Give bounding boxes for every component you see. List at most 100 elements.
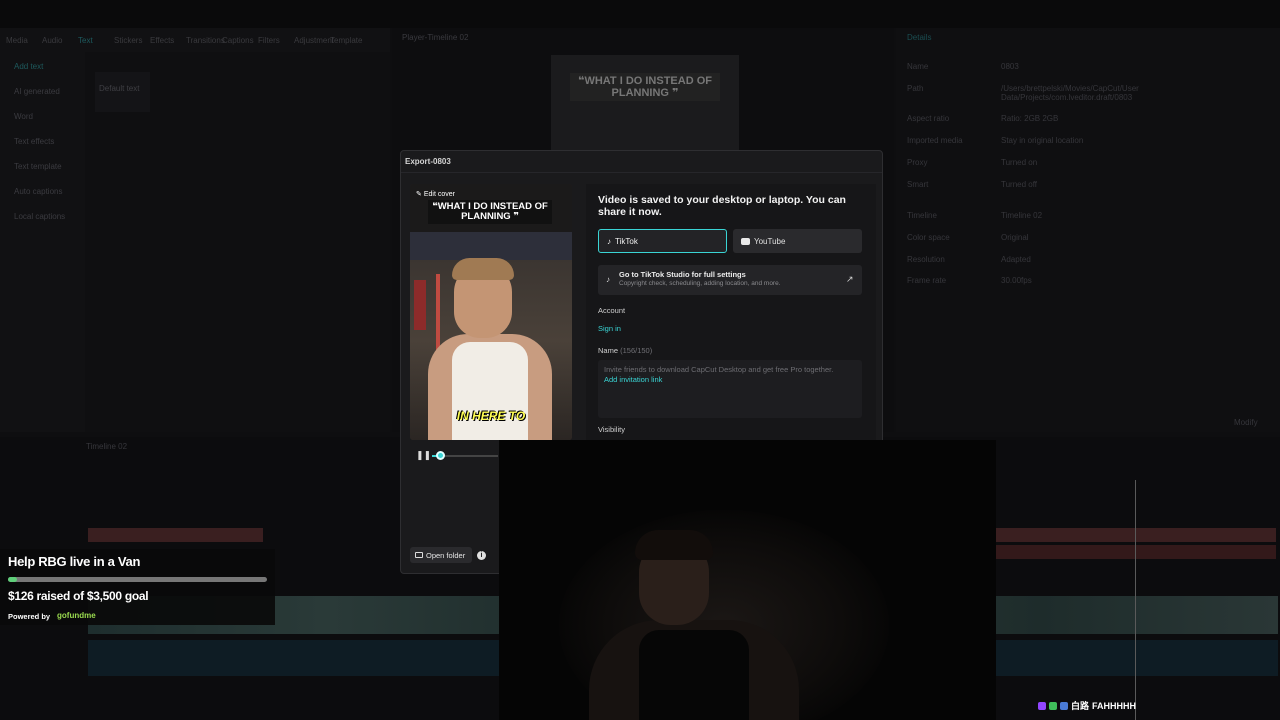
chat-message: 白路 FAHHHHH	[1038, 699, 1136, 712]
cover-subtitle: IN HERE TO	[456, 409, 526, 423]
text-clip[interactable]	[996, 528, 1276, 542]
add-invitation-link[interactable]: Add invitation link	[604, 375, 662, 384]
tiktok-icon: ♪	[607, 236, 611, 246]
external-link-icon[interactable]: ↗	[846, 274, 854, 285]
detail-value: Stay in original location	[1001, 136, 1084, 145]
cover-tank-top	[452, 342, 528, 440]
nav-item[interactable]: Text effects	[0, 131, 85, 152]
nav-item[interactable]: Auto captions	[0, 181, 85, 202]
toolbar-item-filters[interactable]: Filters	[258, 36, 290, 52]
account-label: Account	[598, 306, 626, 315]
cover-monitor	[410, 232, 572, 260]
timeline-playhead[interactable]	[1135, 480, 1136, 720]
name-label: Name (156/150)	[598, 346, 652, 355]
open-folder-button[interactable]: Open folder	[410, 547, 472, 563]
detail-value: 30.00fps	[1001, 276, 1032, 285]
gofundme-logo: gofundme	[57, 611, 96, 620]
folder-icon	[415, 552, 423, 558]
sign-in-link[interactable]: Sign in	[598, 324, 621, 333]
toolbar-item-template[interactable]: Template	[330, 36, 362, 52]
youtube-icon	[741, 237, 750, 245]
details-tab[interactable]: Details	[907, 33, 931, 42]
detail-label: Frame rate	[907, 276, 947, 285]
detail-value: /Users/brettpelski/Movies/CapCut/User Da…	[1001, 84, 1139, 102]
nav-item[interactable]: Word	[0, 106, 85, 127]
detail-label: Name	[907, 62, 929, 71]
detail-label: Imported media	[907, 136, 963, 145]
toolbar-item-transitions[interactable]: Transitions	[186, 36, 225, 52]
toolbar-item-captions[interactable]: Captions	[222, 36, 254, 52]
text-clip[interactable]	[88, 528, 263, 542]
youtube-button[interactable]: YouTube	[733, 229, 862, 253]
detail-label: Aspect ratio	[907, 114, 950, 123]
gofundme-powered-by: Powered by	[8, 612, 51, 621]
nav-item[interactable]: AI generated	[0, 81, 85, 102]
chat-username: 白路	[1071, 701, 1090, 711]
webcam-feed	[499, 440, 996, 720]
webcam-person-hair	[635, 530, 713, 560]
detail-value: Turned off	[1001, 180, 1038, 189]
playback-progress-knob[interactable]	[436, 451, 445, 460]
stream-frame: Media Audio Text Stickers Effects Transitions…	[0, 0, 1280, 720]
gofundme-progress-fill	[8, 577, 18, 582]
detail-value: Timeline 02	[1001, 211, 1043, 220]
nav-item[interactable]: Add text	[0, 56, 85, 77]
name-char-count: (156/150)	[620, 346, 653, 355]
webcam-person-shirt	[639, 630, 749, 720]
studio-title: Go to TikTok Studio for full settings	[619, 270, 746, 279]
badge-icon	[1049, 701, 1057, 710]
cover-person-hair	[452, 258, 514, 280]
detail-label: Proxy	[907, 158, 928, 167]
detail-value: Ratio: 2GB 2GB	[1001, 114, 1059, 123]
visibility-label: Visibility	[598, 425, 625, 434]
name-text: Invite friends to download CapCut Deskto…	[604, 365, 834, 374]
cover-red-object	[414, 280, 426, 330]
app-titlebar	[0, 0, 1280, 28]
detail-label: Resolution	[907, 255, 945, 264]
player-title: Player-Timeline 02	[402, 33, 469, 42]
name-label-text: Name	[598, 346, 619, 355]
cover-preview[interactable]: ✎ Edit cover ❝WHAT I DO INSTEAD OF PLANN…	[410, 184, 572, 440]
toolbar-item-media[interactable]: Media	[6, 36, 38, 52]
toolbar-item-effects[interactable]: Effects	[150, 36, 182, 52]
detail-value: 0803	[1001, 62, 1019, 71]
edit-cover-label: Edit cover	[423, 191, 455, 198]
name-textarea-content[interactable]: Invite friends to download CapCut Deskto…	[604, 365, 844, 385]
gofundme-title: Help RBG live in a Van	[8, 554, 141, 569]
studio-subtitle: Copyright check, scheduling, adding loca…	[619, 280, 781, 287]
detail-label: Path	[907, 84, 924, 93]
player-preview	[551, 55, 739, 150]
text-category-nav: Add text AI generated Word Text effects Text…	[0, 52, 85, 432]
detail-value: Adapted	[1001, 255, 1031, 264]
toolbar-item-stickers[interactable]: Stickers	[114, 36, 146, 52]
toolbar-item-adjustment[interactable]: Adjustment	[294, 36, 334, 52]
toolbar-item-audio[interactable]: Audio	[42, 36, 74, 52]
tiktok-icon: ♪	[606, 275, 610, 284]
text-clip[interactable]	[996, 545, 1276, 559]
detail-value: Original	[1001, 233, 1029, 242]
detail-label: Color space	[907, 233, 950, 242]
gofundme-progress-track	[8, 577, 267, 582]
pause-icon[interactable]: ❚❚	[416, 450, 431, 460]
modify-button[interactable]: Modify	[1234, 418, 1258, 427]
dialog-divider	[401, 172, 882, 173]
gofundme-raised: $126 raised of $3,500 goal	[8, 589, 149, 603]
chat-text: FAHHHHH	[1092, 700, 1137, 711]
timeline-name: Timeline 02	[86, 442, 128, 451]
badge-icon	[1060, 701, 1068, 710]
toolbar-item-text[interactable]: Text	[78, 36, 110, 52]
tiktok-button[interactable]: ♪ TikTok	[598, 229, 727, 253]
detail-label: Timeline	[907, 211, 937, 220]
cover-caption: ❝WHAT I DO INSTEAD OF PLANNING ❞	[428, 200, 552, 224]
saved-message: Video is saved to your desktop or laptop…	[598, 194, 846, 218]
editor-toolbar: Media Audio Text Stickers Effects Transitions…	[0, 28, 390, 52]
default-text-asset[interactable]: Default text	[95, 72, 150, 112]
nav-item[interactable]: Local captions	[0, 206, 85, 227]
edit-cover-button[interactable]: ✎ Edit cover	[416, 190, 455, 198]
detail-value: Turned on	[1001, 158, 1038, 167]
info-icon[interactable]: i	[477, 551, 486, 560]
open-folder-label: Open folder	[426, 550, 466, 560]
dialog-title: Export-0803	[405, 157, 451, 166]
player-preview-caption: ❝WHAT I DO INSTEAD OF PLANNING ❞	[570, 73, 720, 101]
nav-item[interactable]: Text template	[0, 156, 85, 177]
